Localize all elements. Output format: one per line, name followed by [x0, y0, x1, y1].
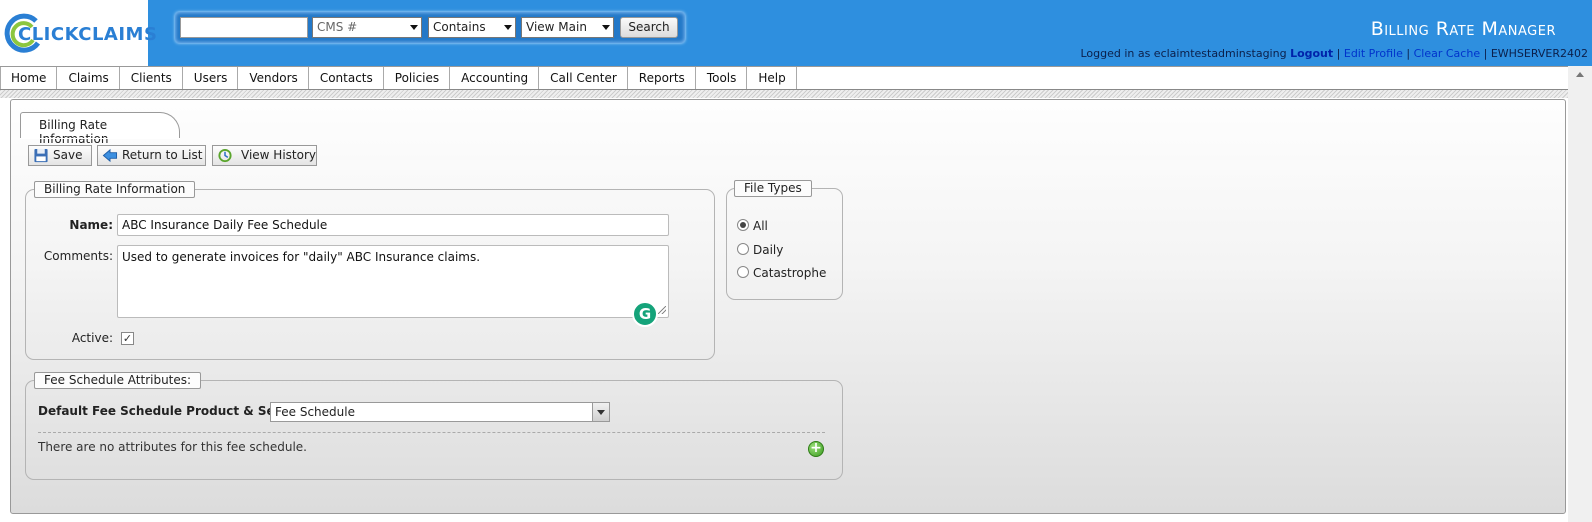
chevron-down-icon	[504, 25, 512, 30]
nav-clients[interactable]: Clients	[119, 67, 183, 89]
logo-text: CLICKCLAIMS	[18, 24, 158, 45]
search-bar: CMS # Contains View Main Search	[175, 12, 685, 43]
chevron-down-icon	[602, 25, 610, 30]
nav-accounting[interactable]: Accounting	[450, 67, 540, 89]
name-field[interactable]: ABC Insurance Daily Fee Schedule	[117, 214, 669, 236]
floppy-disk-icon	[34, 148, 48, 163]
logo[interactable]: CLICKCLAIMS	[0, 0, 157, 66]
radio-label-daily: Daily	[753, 243, 784, 257]
search-input[interactable]	[180, 17, 308, 38]
file-types-legend: File Types	[734, 180, 812, 197]
search-view-select[interactable]: View Main	[521, 17, 614, 38]
nav-call-center[interactable]: Call Center	[539, 67, 628, 89]
history-label: View History	[241, 148, 316, 162]
server-name: EWHSERVER2402	[1490, 47, 1588, 60]
separator: |	[1336, 47, 1341, 60]
radio-file-type-daily[interactable]	[737, 243, 749, 255]
radio-file-type-catastrophe[interactable]	[737, 266, 749, 278]
nav-tools[interactable]: Tools	[695, 67, 748, 89]
active-checkbox[interactable]: ✓	[121, 332, 134, 345]
view-history-button[interactable]: View History	[212, 145, 317, 166]
save-label: Save	[53, 148, 83, 162]
save-button[interactable]: Save	[28, 145, 92, 166]
nav-help[interactable]: Help	[747, 67, 797, 89]
edit-profile-link[interactable]: Edit Profile	[1344, 47, 1403, 60]
name-label: Name:	[69, 218, 113, 232]
fee-schedule-fieldset: Fee Schedule Attributes:	[25, 372, 843, 480]
return-to-list-button[interactable]: Return to List	[97, 145, 206, 166]
tab-billing-rate-information[interactable]: Billing Rate Information	[20, 112, 180, 146]
nav-vendors[interactable]: Vendors	[238, 67, 309, 89]
clear-cache-link[interactable]: Clear Cache	[1414, 47, 1480, 60]
comments-textarea[interactable]: Used to generate invoices for "daily" AB…	[117, 245, 669, 318]
default-fee-schedule-select[interactable]: Fee Schedule	[270, 402, 610, 422]
history-icon	[218, 148, 232, 163]
return-label: Return to List	[122, 148, 203, 162]
app-header: CLICKCLAIMS CMS # Contains View Main Sea…	[0, 0, 1592, 66]
nav-users[interactable]: Users	[182, 67, 239, 89]
add-circle-icon[interactable]: +	[808, 441, 824, 457]
nav-contacts[interactable]: Contacts	[308, 67, 384, 89]
vertical-scrollbar[interactable]	[1568, 66, 1592, 522]
nav-home[interactable]: Home	[0, 67, 58, 89]
default-fee-schedule-value: Fee Schedule	[275, 405, 355, 419]
fee-schedule-legend: Fee Schedule Attributes:	[34, 372, 202, 389]
search-button[interactable]: Search	[620, 17, 678, 38]
radio-label-all: All	[753, 219, 768, 233]
search-field-select[interactable]: CMS #	[312, 17, 422, 38]
nav-policies[interactable]: Policies	[383, 67, 451, 89]
tab-underline	[20, 138, 180, 139]
separator: |	[1406, 47, 1411, 60]
login-info: Logged in as eclaimtestadminstaging Logo…	[1080, 47, 1588, 60]
comments-label: Comments:	[43, 249, 113, 263]
nav-claims[interactable]: Claims	[57, 67, 120, 89]
chevron-down-icon	[410, 25, 418, 30]
nav-reports[interactable]: Reports	[627, 67, 696, 89]
empty-attributes-message: There are no attributes for this fee sch…	[38, 440, 307, 454]
resize-handle-icon[interactable]	[658, 306, 666, 314]
logged-in-text: Logged in as eclaimtestadminstaging	[1080, 47, 1287, 60]
scroll-up-arrow-icon[interactable]	[1576, 72, 1584, 77]
search-operator-select[interactable]: Contains	[428, 17, 516, 38]
logout-link[interactable]: Logout	[1290, 47, 1333, 60]
back-arrow-icon	[102, 148, 118, 163]
grammarly-icon[interactable]: G	[632, 301, 658, 327]
divider	[0, 90, 1568, 98]
billing-rate-info-legend: Billing Rate Information	[34, 181, 196, 198]
chevron-down-icon[interactable]	[592, 403, 609, 421]
main-nav: Home Claims Clients Users Vendors Contac…	[0, 66, 1568, 90]
divider	[38, 432, 825, 433]
separator: |	[1483, 47, 1488, 60]
active-label: Active:	[71, 331, 113, 345]
radio-label-catastrophe: Catastrophe	[753, 266, 827, 280]
page-title: Billing Rate Manager	[1370, 18, 1556, 40]
radio-file-type-all[interactable]	[737, 219, 749, 231]
